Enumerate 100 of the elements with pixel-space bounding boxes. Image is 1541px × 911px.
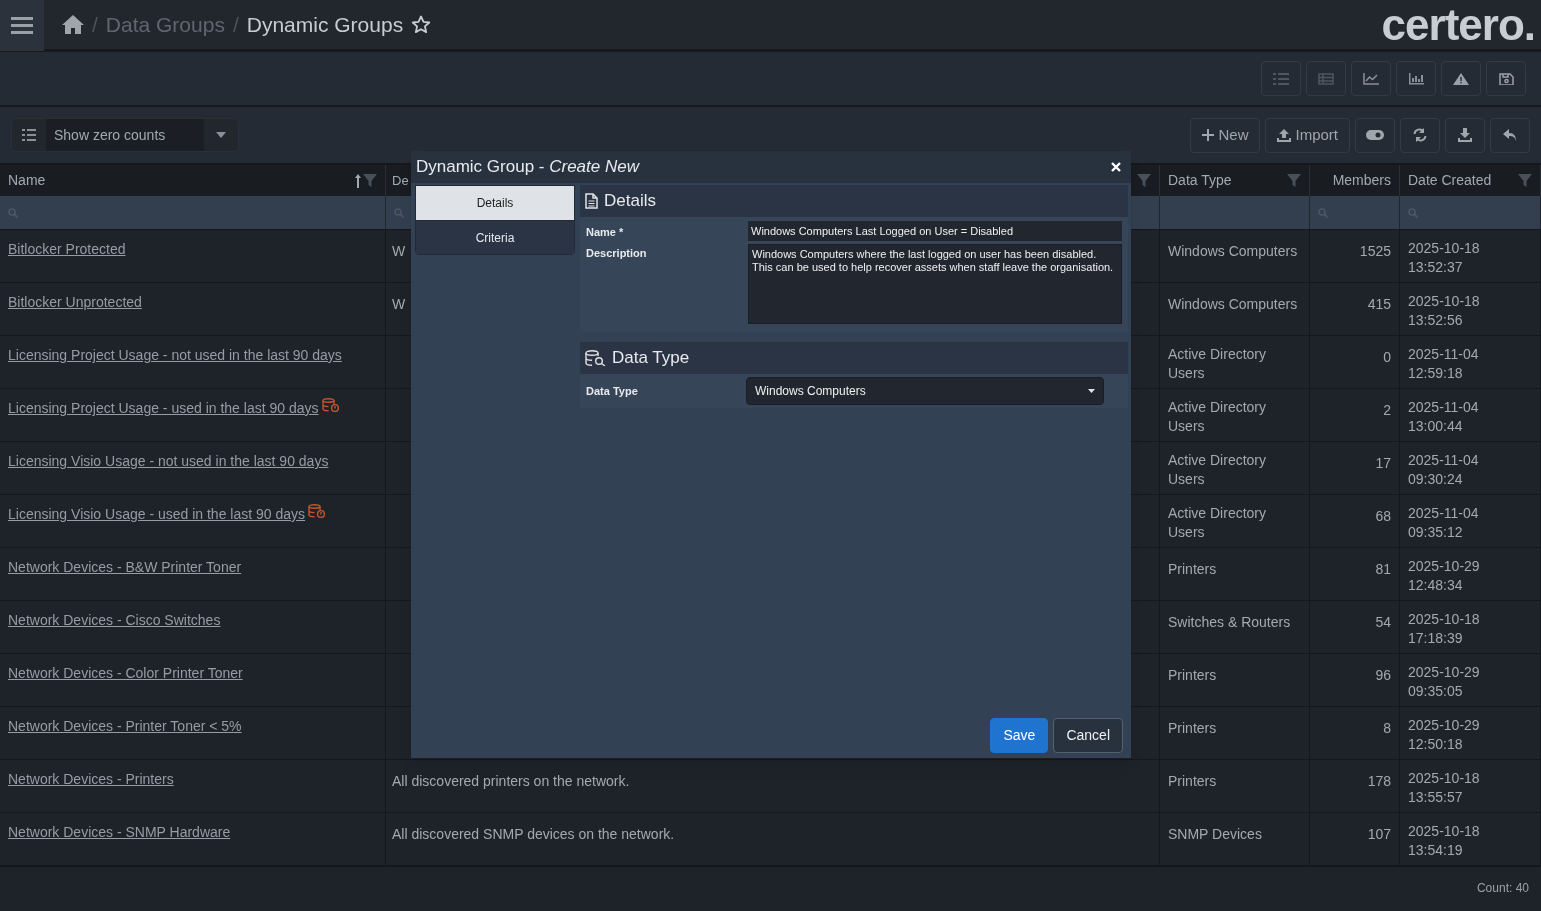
logo: certero. [1381, 0, 1535, 51]
group-link[interactable]: Licensing Visio Usage - used in the last 90 days [8, 504, 306, 525]
caret-icon [1088, 389, 1095, 393]
description-field[interactable]: Windows Computers where the last logged on user has been disabled. This can be used to help recover assets when staff leave the organisation. [748, 244, 1122, 324]
group-link[interactable]: Network Devices - Color Printer Toner [8, 663, 243, 684]
view-filter-select[interactable]: Show zero counts [11, 118, 239, 152]
list-view-button[interactable] [1261, 61, 1301, 96]
table-cell-text: 2025-10-18 13:52:37 [1408, 239, 1481, 277]
table-cell-text: 2025-10-18 17:18:39 [1408, 610, 1481, 648]
table-cell: All discovered SNMP devices on the network. [392, 826, 675, 842]
group-link[interactable]: Network Devices - Printers [8, 769, 174, 790]
group-link[interactable]: Network Devices - Cisco Switches [8, 610, 221, 631]
section-heading: Data Type [612, 347, 690, 370]
save-icon [1498, 72, 1514, 85]
table-cell: Printers [1168, 666, 1217, 685]
table-cell-text: Active Directory Users [1168, 451, 1268, 489]
refresh-button[interactable] [1400, 117, 1440, 153]
table-cell: 68 [1375, 507, 1391, 526]
group-link[interactable]: Licensing Visio Usage - not used in the last 90 days [8, 451, 329, 472]
import-button[interactable]: Import [1265, 117, 1350, 153]
table-icon [1318, 72, 1334, 85]
save-view-button[interactable] [1486, 61, 1526, 96]
table-cell: SNMP Devices [1168, 825, 1262, 844]
table-cell: 178 [1367, 772, 1391, 791]
table-cell: 8 [1383, 719, 1391, 738]
dialog-tab[interactable]: Criteria [416, 220, 574, 254]
line-chart-view-button[interactable] [1351, 61, 1391, 96]
home-icon[interactable] [62, 15, 84, 34]
column-header[interactable]: Data Type [1168, 170, 1285, 191]
table-cell: 415 [1367, 295, 1391, 314]
bar-chart-view-button[interactable] [1396, 61, 1436, 96]
table-cell-text: 2025-11-04 12:59:18 [1408, 345, 1480, 383]
table-cell-text: Active Directory Users [1168, 345, 1268, 383]
table-cell: Switches & Routers [1168, 613, 1291, 632]
cancel-button[interactable]: Cancel [1053, 718, 1123, 753]
database-search-icon [585, 350, 606, 366]
menu-icon [11, 15, 33, 34]
table-cell-text: Active Directory Users [1168, 504, 1268, 542]
table-cell: Windows Computers [1168, 242, 1298, 261]
table-cell-text: 2025-11-04 09:30:24 [1408, 451, 1480, 489]
dialog-tab[interactable]: Details [416, 186, 574, 220]
list-icon [22, 129, 36, 141]
refresh-icon [1412, 128, 1428, 142]
menu-button[interactable] [0, 0, 44, 51]
sort-arrow-icon[interactable] [355, 173, 361, 188]
filter-icon[interactable] [1137, 174, 1151, 187]
row-count: Count: 40 [1476, 880, 1529, 897]
field-label: Description [586, 246, 648, 261]
filter-icon[interactable] [1287, 174, 1301, 187]
caret-icon [216, 132, 226, 138]
table-cell: 1525 [1359, 242, 1391, 261]
table-cell-text: 2025-10-29 12:48:34 [1408, 557, 1481, 595]
warning-view-button[interactable] [1441, 61, 1481, 96]
group-link[interactable]: Network Devices - B&W Printer Toner [8, 557, 242, 578]
table-cell: W [392, 243, 406, 259]
field-label: Name * [586, 225, 625, 240]
close-icon[interactable] [1111, 162, 1121, 172]
column-header[interactable]: Name [8, 170, 353, 191]
group-link[interactable]: Bitlocker Protected [8, 239, 126, 260]
star-icon[interactable] [411, 15, 432, 34]
breadcrumb-separator: / [232, 11, 239, 38]
bar-chart-icon [1408, 72, 1424, 85]
table-cell: Windows Computers [1168, 295, 1298, 314]
table-cell: All discovered printers on the network. [392, 773, 630, 789]
table-cell-text: 2025-10-18 13:52:56 [1408, 292, 1481, 330]
table-cell: 2 [1383, 401, 1391, 420]
group-link[interactable]: Network Devices - SNMP Hardware [8, 822, 231, 843]
group-link[interactable]: Network Devices - Printer Toner < 5% [8, 716, 242, 737]
table-cell-text: 2025-10-29 09:35:05 [1408, 663, 1481, 701]
breadcrumb-separator: / [92, 11, 98, 38]
save-button[interactable]: Save [990, 718, 1049, 753]
table-cell: Printers [1168, 772, 1217, 791]
name-field[interactable]: Windows Computers Last Logged on User = Disabled [748, 221, 1122, 241]
table-cell: 54 [1375, 613, 1391, 632]
plus-icon [1202, 129, 1215, 141]
table-cell-text: 2025-10-29 12:50:18 [1408, 716, 1481, 754]
table-cell-text: 2025-11-04 13:00:44 [1408, 398, 1480, 436]
undo-button[interactable] [1490, 117, 1530, 153]
filter-icon[interactable] [1518, 174, 1532, 187]
dialog-title: Dynamic Group - Create New [416, 156, 639, 179]
line-chart-icon [1363, 72, 1379, 85]
column-header[interactable]: Date Created [1408, 170, 1516, 191]
page-title: Dynamic Groups [246, 11, 404, 38]
group-link[interactable]: Licensing Project Usage - used in the last 90 days [8, 398, 319, 419]
table-cell: W [392, 296, 406, 312]
data-type-select[interactable]: Windows Computers [746, 377, 1104, 405]
toggle-icon [1366, 129, 1384, 141]
table-cell: Printers [1168, 560, 1217, 579]
table-cell: 107 [1367, 825, 1391, 844]
document-icon [585, 193, 598, 209]
undo-icon [1503, 128, 1517, 142]
warning-icon [1453, 72, 1469, 85]
group-link[interactable]: Bitlocker Unprotected [8, 292, 142, 313]
table-cell-text: 2025-11-04 09:35:12 [1408, 504, 1480, 542]
column-header[interactable]: Members [1332, 170, 1391, 191]
download-icon [1458, 128, 1472, 142]
group-link[interactable]: Licensing Project Usage - not used in the last 90 days [8, 345, 342, 366]
download-button[interactable] [1445, 117, 1485, 153]
new-button[interactable]: New [1190, 117, 1261, 153]
toggle-button[interactable] [1355, 117, 1395, 153]
